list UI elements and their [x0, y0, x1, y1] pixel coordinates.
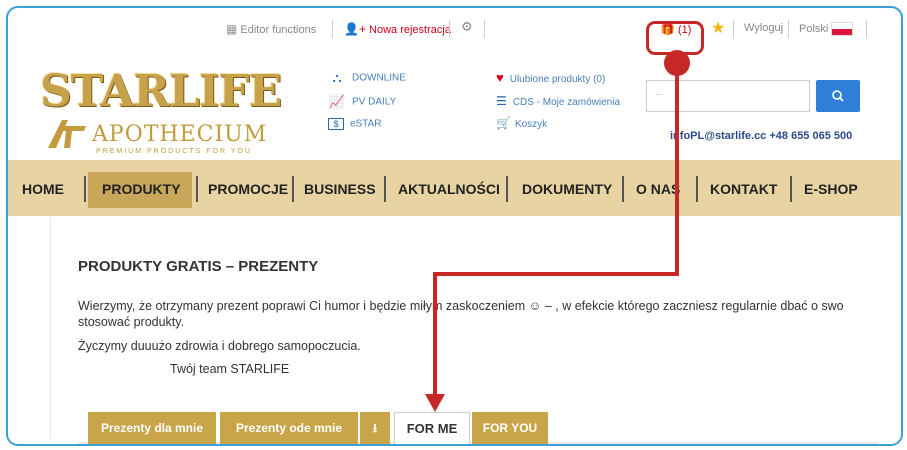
- nav-divider: [292, 176, 294, 202]
- favorites-link[interactable]: ♥ Ulubione produkty (0): [496, 70, 605, 85]
- divider: [866, 20, 867, 38]
- main-nav: HOME PRODUKTY PROMOCJE BUSINESS AKTUALNO…: [8, 160, 901, 216]
- tab-for-me[interactable]: FOR ME: [394, 412, 470, 444]
- poland-flag-icon: [831, 22, 854, 36]
- estar-link[interactable]: $ eSTAR: [328, 118, 382, 130]
- heart-icon: ♥: [496, 70, 504, 85]
- apothecium-wordmark: APOTHECIUM: [92, 122, 268, 147]
- nav-produkty[interactable]: PRODUKTY: [102, 181, 181, 197]
- divider: [449, 20, 450, 38]
- download-icon: ⭳: [372, 421, 378, 435]
- intro-text-line2: stosować produkty.: [78, 315, 185, 329]
- nav-divider: [384, 176, 386, 202]
- nav-dokumenty[interactable]: DOKUMENTY: [522, 181, 612, 197]
- pv-daily-link[interactable]: 📈 PV DAILY: [328, 94, 396, 110]
- intro-text-line1: Wierzymy, że otrzymany prezent poprawi C…: [78, 299, 844, 313]
- arrow-segment: [675, 68, 679, 274]
- tab-for-you[interactable]: FOR YOU: [472, 412, 548, 444]
- search-button[interactable]: [816, 80, 860, 112]
- nav-business[interactable]: BUSINESS: [304, 181, 376, 197]
- nav-eshop[interactable]: E-SHOP: [804, 181, 858, 197]
- tab-prezenty-ode-mnie[interactable]: Prezenty ode mnie: [220, 412, 358, 444]
- nav-home[interactable]: HOME: [22, 181, 64, 197]
- nav-o-nas[interactable]: O NAS: [636, 181, 680, 197]
- logout-link[interactable]: Wyloguj: [744, 22, 783, 34]
- contact-info: infoPL@starlife.cc +48 655 065 500: [670, 130, 853, 142]
- arrow-head: [425, 394, 445, 412]
- search-input[interactable]: ...: [646, 80, 810, 112]
- signature-text: Twój team STARLIFE: [170, 362, 290, 376]
- nav-divider: [84, 176, 86, 202]
- nav-aktualnosci[interactable]: AKTUALNOŚCI: [398, 181, 500, 197]
- page-title: PRODUKTY GRATIS – PREZENTY: [78, 258, 319, 275]
- nav-divider: [506, 176, 508, 202]
- top-bar: ▦ Editor functions 👤+ Nowa rejestracja ⚙…: [8, 8, 901, 52]
- nav-promocje[interactable]: PROMOCJE: [208, 181, 288, 197]
- star-icon[interactable]: ★: [711, 18, 725, 38]
- divider: [332, 20, 333, 38]
- apothecium-mark-icon: [48, 120, 86, 148]
- tab-download[interactable]: ⭳: [360, 412, 390, 444]
- money-icon: $: [328, 118, 344, 130]
- arrow-segment: [433, 272, 437, 398]
- grid-icon: ▦: [226, 22, 238, 36]
- divider: [484, 20, 485, 38]
- chart-line-icon: 📈: [328, 94, 346, 109]
- sidebar-divider: [50, 218, 51, 438]
- list-icon: ☰: [496, 94, 507, 108]
- wishes-text: Życzymy duuużo zdrowia i dobrego samopoc…: [78, 339, 361, 353]
- cart-icon: 🛒: [496, 116, 511, 130]
- downline-link[interactable]: ⛬ DOWNLINE: [328, 70, 405, 86]
- nav-divider: [196, 176, 198, 202]
- apothecium-tagline: PREMIUM PRODUCTS FOR YOU: [96, 148, 252, 155]
- register-link[interactable]: 👤+ Nowa rejestracja: [344, 22, 451, 36]
- nav-divider: [622, 176, 624, 202]
- divider: [788, 20, 789, 38]
- arrow-segment: [433, 272, 679, 276]
- cart-link[interactable]: 🛒 Koszyk: [496, 116, 547, 130]
- orders-link[interactable]: ☰ CDS - Moje zamówienia: [496, 94, 620, 108]
- search-icon: [832, 90, 844, 102]
- language-selector[interactable]: Polski: [799, 22, 854, 36]
- screenshot-frame: ▦ Editor functions 👤+ Nowa rejestracja ⚙…: [6, 6, 903, 446]
- nav-kontakt[interactable]: KONTAKT: [710, 181, 777, 197]
- gear-icon[interactable]: ⚙: [461, 19, 473, 35]
- nav-divider: [696, 176, 698, 202]
- starlife-logo[interactable]: STARLIFE: [40, 70, 282, 114]
- editor-functions-link[interactable]: ▦ Editor functions: [226, 22, 316, 36]
- nav-divider: [790, 176, 792, 202]
- divider: [733, 20, 734, 38]
- hierarchy-icon: ⛬: [332, 70, 342, 85]
- tab-prezenty-dla-mnie[interactable]: Prezenty dla mnie: [88, 412, 216, 444]
- add-user-icon: 👤+: [344, 22, 366, 36]
